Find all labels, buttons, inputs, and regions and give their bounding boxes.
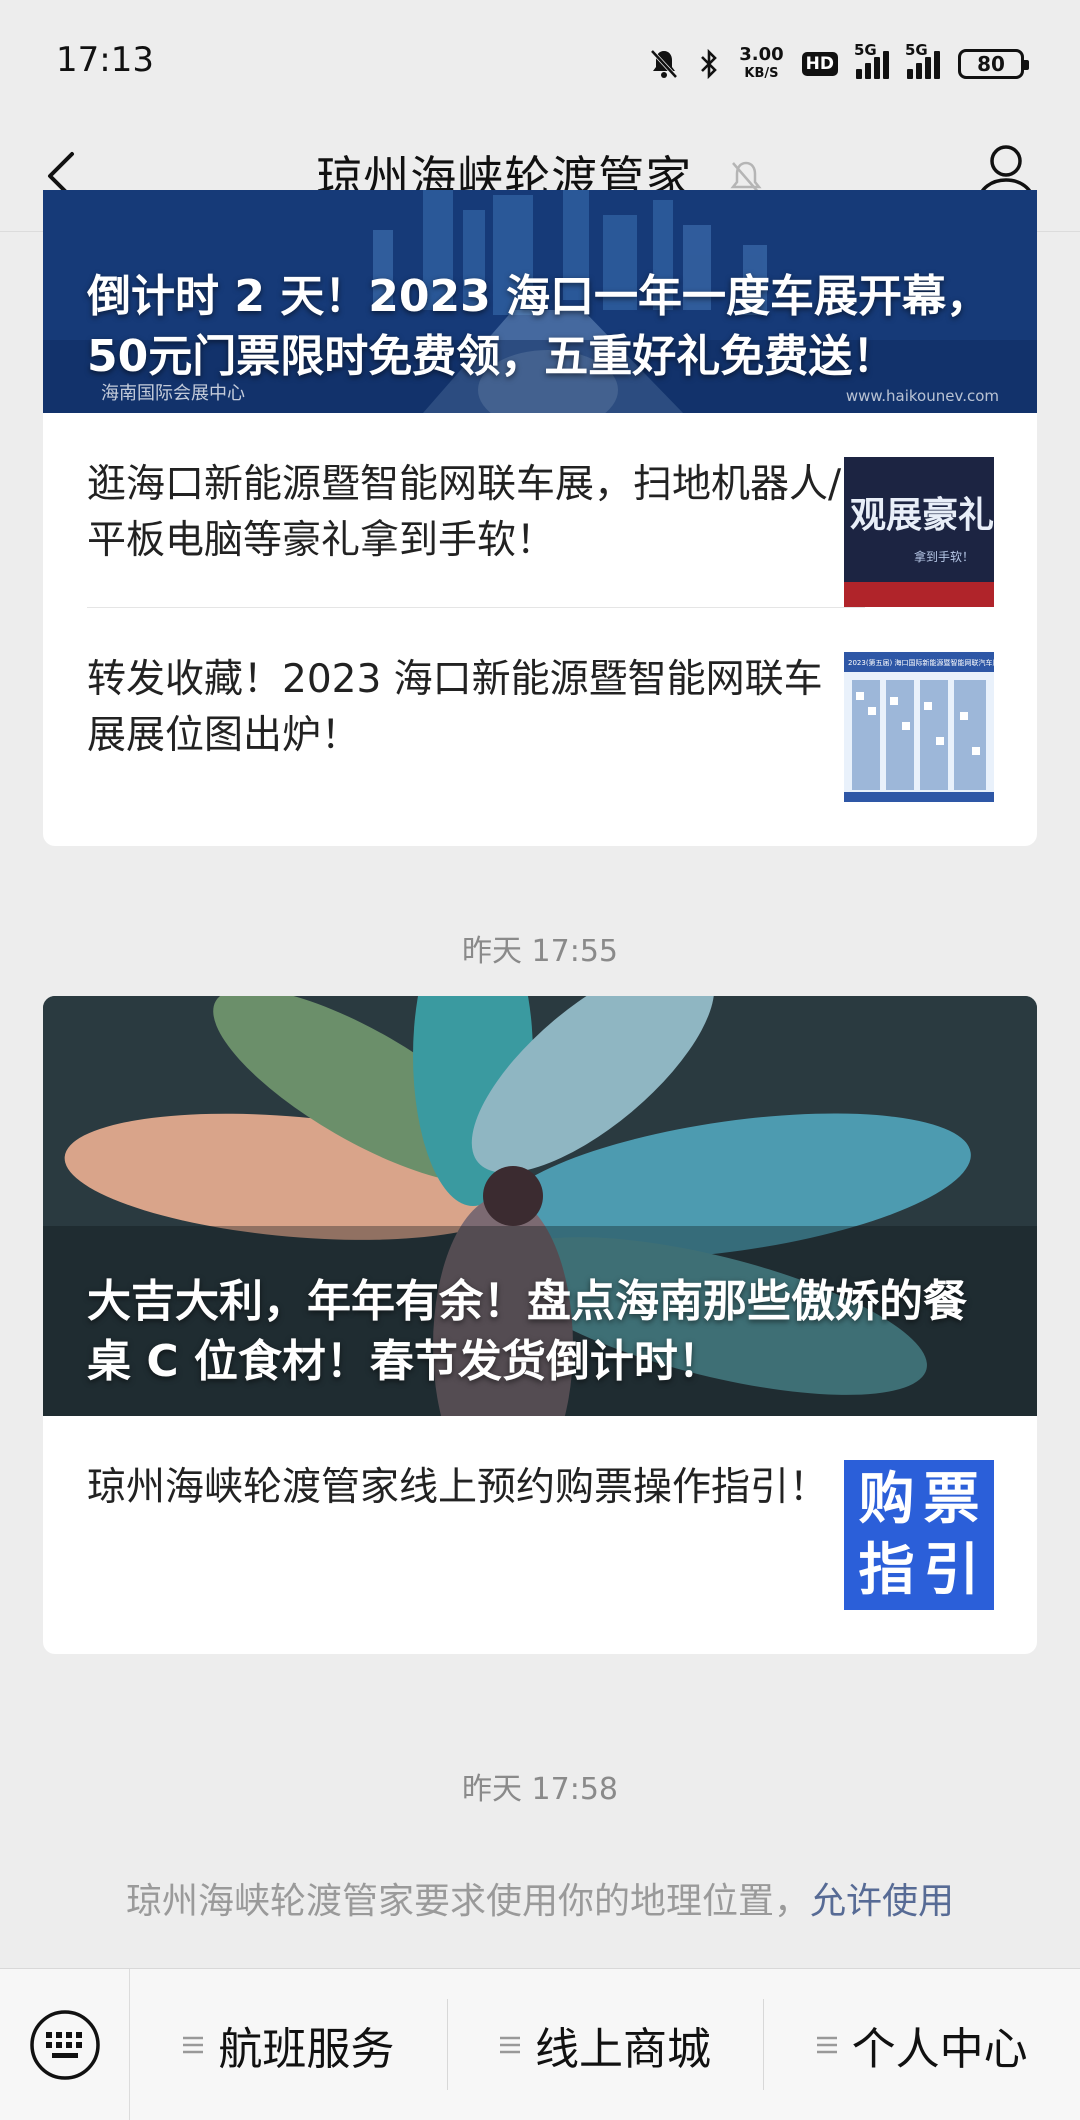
menu-label: 线上商城 bbox=[535, 2023, 711, 2075]
article-banner[interactable]: 倒计时 2 天！2023 海口一年一度车展开幕，50元门票限时免费领，五重好礼免… bbox=[43, 190, 1037, 413]
status-bar: 17:13 3.00 KB/S HD 5G 5G 80 bbox=[0, 0, 1080, 120]
banner-watermark-url: www.haikounev.com bbox=[845, 387, 999, 405]
menu-lines-icon bbox=[500, 2036, 520, 2053]
menu-flight-service[interactable]: 航班服务 bbox=[130, 1969, 447, 2120]
menu-personal-center[interactable]: 个人中心 bbox=[763, 1969, 1080, 2120]
battery-icon: 80 bbox=[958, 49, 1029, 79]
thumb-char: 指 bbox=[858, 1538, 915, 1603]
article-thumbnail: 购 票 指 引 bbox=[844, 1460, 994, 1610]
article-title: 逛海口新能源暨智能网联车展，扫地机器人/平板电脑等豪礼拿到手软！ bbox=[87, 462, 842, 563]
signal-icon-2: 5G bbox=[905, 41, 940, 79]
article-thumbnail: 2023(第五届) 海口国际新能源暨智能网联汽车展 bbox=[844, 652, 994, 802]
location-permission-prompt: 琼州海峡轮渡管家要求使用你的地理位置，允许使用 bbox=[0, 1872, 1080, 1924]
allow-location-link[interactable]: 允许使用 bbox=[810, 1881, 954, 1922]
banner-title: 大吉大利，年年有余！盘点海南那些傲娇的餐桌 C 位食材！春节发货倒计时！ bbox=[87, 1276, 967, 1387]
thumb-char: 引 bbox=[923, 1538, 980, 1603]
location-prompt-text: 琼州海峡轮渡管家要求使用你的地理位置， bbox=[125, 1881, 810, 1922]
thumb-char: 票 bbox=[923, 1467, 980, 1532]
article-banner[interactable]: 大吉大利，年年有余！盘点海南那些傲娇的餐桌 C 位食材！春节发货倒计时！ bbox=[43, 996, 1037, 1416]
article-group-card: 倒计时 2 天！2023 海口一年一度车展开幕，50元门票限时免费领，五重好礼免… bbox=[43, 190, 1037, 846]
keyboard-icon bbox=[29, 2009, 100, 2080]
signal-icon: 5G bbox=[854, 41, 889, 79]
bottom-menu: 航班服务 线上商城 个人中心 bbox=[0, 1968, 1080, 2120]
menu-label: 个人中心 bbox=[851, 2023, 1028, 2075]
banner-watermark: 海南国际会展中心 bbox=[101, 383, 245, 404]
svg-text:2023(第五届) 海口国际新能源暨智能网联汽车展: 2023(第五届) 海口国际新能源暨智能网联汽车展 bbox=[848, 658, 994, 667]
menu-lines-icon bbox=[816, 2036, 837, 2053]
hd-badge: HD bbox=[801, 52, 838, 76]
menu-online-mall[interactable]: 线上商城 bbox=[446, 1969, 764, 2120]
svg-text:拿到手软！: 拿到手软！ bbox=[914, 549, 974, 564]
article-row[interactable]: 逛海口新能源暨智能网联车展，扫地机器人/平板电脑等豪礼拿到手软！ 观展豪礼 拿到… bbox=[43, 413, 1037, 608]
banner-title: 倒计时 2 天！2023 海口一年一度车展开幕，50元门票限时免费领，五重好礼免… bbox=[87, 271, 991, 382]
message-timestamp: 昨天 17:55 bbox=[462, 934, 618, 969]
status-icons: 3.00 KB/S HD 5G 5G 80 bbox=[649, 41, 1029, 84]
menu-lines-icon bbox=[183, 2036, 204, 2053]
thumb-char: 购 bbox=[858, 1467, 915, 1532]
status-time: 17:13 bbox=[56, 40, 154, 80]
mute-bell-icon bbox=[649, 48, 679, 80]
article-group-card: 大吉大利，年年有余！盘点海南那些傲娇的餐桌 C 位食材！春节发货倒计时！ 琼州海… bbox=[43, 996, 1037, 1654]
bluetooth-icon bbox=[697, 48, 721, 80]
network-speed: 3.00 KB/S bbox=[739, 44, 784, 82]
article-row[interactable]: 转发收藏！2023 海口新能源暨智能网联车展展位图出炉！ 2023(第五届) 海… bbox=[43, 608, 1037, 803]
article-title: 琼州海峡轮渡管家线上预约购票操作指引！ bbox=[87, 1465, 829, 1510]
message-timestamp: 昨天 17:58 bbox=[462, 1772, 618, 1807]
article-row[interactable]: 琼州海峡轮渡管家线上预约购票操作指引！ 购 票 指 引 bbox=[43, 1416, 1037, 1611]
keyboard-toggle-button[interactable] bbox=[0, 1968, 130, 2120]
svg-text:观展豪礼: 观展豪礼 bbox=[850, 495, 994, 536]
article-thumbnail: 观展豪礼 拿到手软！ bbox=[844, 457, 994, 607]
article-title: 转发收藏！2023 海口新能源暨智能网联车展展位图出炉！ bbox=[87, 657, 823, 758]
menu-label: 航班服务 bbox=[218, 2023, 395, 2075]
